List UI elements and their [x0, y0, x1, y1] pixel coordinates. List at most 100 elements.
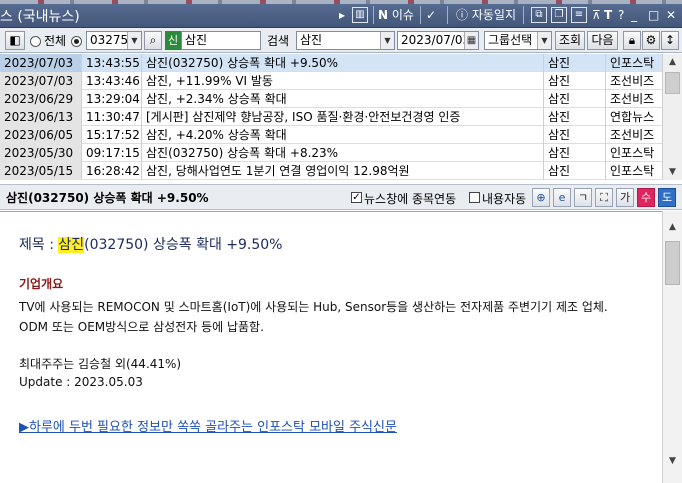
detail-title: 삼진(032750) 상승폭 확대 +9.50%: [6, 191, 209, 205]
chevron-down-icon[interactable]: ▼: [380, 32, 394, 49]
news-source: 조선비즈: [610, 74, 655, 88]
pin-icon[interactable]: ⊼: [592, 6, 601, 24]
news-source: 조선비즈: [610, 128, 655, 142]
lock-icon[interactable]: 🔒︎: [623, 31, 641, 50]
news-title: 삼진, +11.99% VI 발동: [142, 72, 544, 90]
news-link-label: 뉴스창에 종목연동: [364, 192, 457, 206]
font-increase-icon[interactable]: 가: [616, 188, 634, 207]
news-title: 삼진, 당해사업연도 1분기 연결 영업이익 12.98억원: [142, 162, 544, 180]
news-date: 2023/05/30: [0, 144, 82, 162]
news-stock: 삼진: [544, 72, 606, 90]
font-size-icon[interactable]: T: [604, 6, 612, 24]
scroll-up-icon[interactable]: ▲: [663, 219, 682, 235]
group-select[interactable]: 그룹선택 ▼: [484, 31, 552, 50]
expand-icon[interactable]: ↕: [661, 31, 679, 50]
news-stock: 삼진: [544, 144, 606, 162]
window-title: 스 (국내뉴스): [0, 9, 80, 25]
scroll-thumb[interactable]: [665, 241, 680, 285]
news-time: 13:43:55: [82, 54, 142, 72]
news-detail-header: 삼진(032750) 상승폭 확대 +9.50% ✓ 뉴스창에 종목연동 내용자…: [0, 184, 682, 210]
company-overview-heading: 기업개요: [19, 277, 64, 291]
background-window-strip: [0, 0, 682, 4]
maximize-button[interactable]: □: [648, 6, 659, 24]
gear-icon[interactable]: ⚙: [642, 31, 660, 50]
window-titlebar: 스 (국내뉴스) ▸ ▥ N 이슈 ✓ ⓘ 자동일지 ⧉ ❐ ≡ ⊼ T ? _…: [0, 0, 682, 28]
help-icon[interactable]: ?: [618, 6, 624, 24]
link-settings-icon[interactable]: ✓: [426, 6, 436, 24]
news-date: 2023/07/03: [0, 54, 82, 72]
info-icon: ⓘ: [456, 8, 469, 22]
news-source: 인포스탁: [610, 146, 655, 160]
chevron-down-icon[interactable]: ▼: [127, 32, 141, 49]
news-stock: 삼진: [544, 108, 606, 126]
news-date: 2023/06/13: [0, 108, 82, 126]
auto-log-button[interactable]: ⓘ 자동일지: [456, 6, 516, 24]
table-row[interactable]: 2023/05/15 16:28:42 삼진, 당해사업연도 1분기 연결 영업…: [0, 162, 662, 180]
table-row[interactable]: 2023/07/03 13:43:55 삼진(032750) 상승폭 확대 +9…: [0, 54, 662, 72]
play-icon[interactable]: ▸: [339, 6, 345, 24]
news-source: 인포스탁: [610, 56, 655, 70]
window-layout-icon[interactable]: ▥: [352, 7, 368, 23]
search-toolbar: ◧ 전체 032750 ▼ ⌕ 신 삼진 검색 삼진 ▼ 2023/07/03 …: [0, 28, 682, 53]
sell-button[interactable]: 수: [637, 188, 655, 207]
restore-window-icon[interactable]: ⧉: [531, 7, 547, 23]
news-date: 2023/07/03: [0, 72, 82, 90]
scroll-thumb[interactable]: [665, 72, 680, 94]
news-time: 16:28:42: [82, 162, 142, 180]
scroll-down-icon[interactable]: ▼: [663, 164, 682, 180]
scroll-down-icon[interactable]: ▼: [663, 453, 682, 469]
radio-all[interactable]: [30, 36, 41, 47]
browser-icon[interactable]: e: [553, 188, 571, 207]
content-auto-label: 내용자동: [482, 192, 527, 206]
news-list-scrollbar[interactable]: ▲ ▼: [662, 54, 682, 180]
news-link-checkbox[interactable]: ✓: [351, 192, 362, 203]
zoom-icon[interactable]: ⊕: [532, 188, 550, 207]
radio-all-label: 전체: [44, 34, 67, 48]
major-holder-text: 최대주주는 김승철 외(44.41%): [19, 357, 182, 371]
promo-link[interactable]: ▶하루에 두번 필요한 정보만 쏙쏙 골라주는 인포스탁 모바일 주식신문: [19, 416, 397, 435]
overview-line-1: TV에 사용되는 REMOCON 및 스마트홈(IoT)에 사용되는 Hub, …: [19, 300, 608, 314]
news-title: [게시판] 삼진제약 향남공장, ISO 품질·환경·안전보건경영 인증: [142, 108, 544, 126]
window-list-icon[interactable]: ≡: [571, 7, 587, 23]
table-row[interactable]: 2023/07/03 13:43:46 삼진, +11.99% VI 발동 삼진…: [0, 72, 662, 90]
news-issue-button[interactable]: N 이슈: [378, 6, 414, 24]
stock-code-field[interactable]: 032750 ▼: [86, 31, 142, 50]
new-listing-badge: 신: [165, 31, 181, 50]
news-source: 인포스탁: [610, 164, 655, 178]
query-button[interactable]: 조회: [555, 31, 585, 50]
fit-window-icon[interactable]: ⛶: [595, 188, 613, 207]
news-time: 09:17:15: [82, 144, 142, 162]
content-auto-checkbox[interactable]: [469, 192, 480, 203]
date-field[interactable]: 2023/07/03 ▦: [397, 31, 479, 50]
table-row[interactable]: 2023/06/29 13:29:04 삼진, +2.34% 상승폭 확대 삼진…: [0, 90, 662, 108]
news-date: 2023/06/05: [0, 126, 82, 144]
news-stock: 삼진: [544, 126, 606, 144]
calendar-icon[interactable]: ▦: [464, 32, 478, 49]
news-subject: 제목 : 삼진(032750) 상승폭 확대 +9.50%: [19, 237, 283, 253]
scroll-up-icon[interactable]: ▲: [663, 54, 682, 70]
next-button[interactable]: 다음: [587, 31, 618, 50]
news-source: 조선비즈: [610, 92, 655, 106]
table-row[interactable]: 2023/06/05 15:17:52 삼진, +4.20% 상승폭 확대 삼진…: [0, 126, 662, 144]
news-list-table: 2023/07/03 13:43:55 삼진(032750) 상승폭 확대 +9…: [0, 54, 662, 180]
news-title: 삼진(032750) 상승폭 확대 +9.50%: [142, 54, 544, 72]
radio-stock[interactable]: [71, 36, 82, 47]
news-stock: 삼진: [544, 162, 606, 180]
table-row[interactable]: 2023/05/30 09:17:15 삼진(032750) 상승폭 확대 +8…: [0, 144, 662, 162]
update-date-text: Update : 2023.05.03: [19, 375, 143, 389]
content-scrollbar[interactable]: ▲ ▼: [662, 211, 682, 483]
minimize-button[interactable]: _: [631, 6, 637, 24]
chevron-down-icon[interactable]: ▼: [537, 32, 551, 49]
search-keyword-field[interactable]: 삼진 ▼: [296, 31, 395, 50]
font-decrease-icon[interactable]: ㄱ: [574, 188, 592, 207]
news-time: 11:30:47: [82, 108, 142, 126]
buy-button[interactable]: 도: [658, 188, 676, 207]
panel-toggle-icon[interactable]: ◧: [5, 31, 25, 50]
close-button[interactable]: ✕: [666, 6, 676, 24]
stock-name-field[interactable]: 삼진: [181, 31, 261, 50]
news-time: 13:43:46: [82, 72, 142, 90]
search-icon[interactable]: ⌕: [144, 31, 162, 50]
table-row[interactable]: 2023/06/13 11:30:47 [게시판] 삼진제약 향남공장, ISO…: [0, 108, 662, 126]
news-time: 15:17:52: [82, 126, 142, 144]
cascade-window-icon[interactable]: ❐: [551, 7, 567, 23]
